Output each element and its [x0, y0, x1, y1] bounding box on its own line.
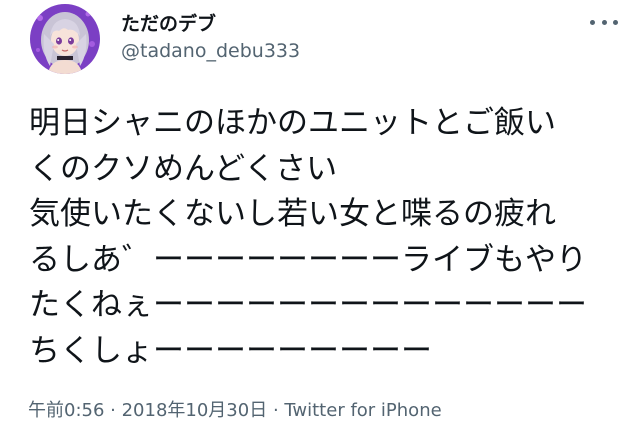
- tweet-text-line: くのクソめんどくさい: [29, 150, 338, 187]
- more-horizontal-icon-dot: [601, 19, 607, 25]
- tweet-text: 明日シャニのほかのユニットとご飯い くのクソめんどくさい 気使いたくないし若い女…: [29, 101, 625, 375]
- tweet-metadata: 午前0:56 · 2018年10月30日 · Twitter for iPhon…: [28, 396, 442, 422]
- tweet-text-line: 気使いたくないし若い女と喋るの疲れ: [29, 196, 556, 233]
- display-name[interactable]: ただのデブ: [121, 9, 216, 36]
- tweet-text-line: ちくしょーーーーーーーーー: [29, 332, 432, 369]
- more-horizontal-icon: [590, 19, 595, 25]
- meta-separator: ·: [267, 400, 285, 421]
- anime-girl-avatar-icon: [30, 4, 100, 74]
- tweet-text-line: 明日シャニのほかのユニットとご飯い: [29, 105, 556, 141]
- more-horizontal-icon-dot: [613, 19, 618, 25]
- tweet-time[interactable]: 午前0:56: [28, 400, 104, 421]
- more-options-button[interactable]: [590, 12, 618, 32]
- tweet-text-line: るしあ゛ーーーーーーーーライブもやり: [29, 241, 587, 278]
- tweet-date[interactable]: 2018年10月30日: [122, 400, 268, 421]
- avatar[interactable]: [30, 4, 100, 74]
- meta-separator: ·: [104, 400, 122, 421]
- user-handle[interactable]: @tadano_debu333: [121, 40, 300, 62]
- tweet-card: ただのデブ @tadano_debu333 明日シャニのほかのユニットとご飯い …: [0, 0, 640, 435]
- tweet-text-line: たくねぇーーーーーーーーーーーーーー: [29, 287, 587, 324]
- tweet-source[interactable]: Twitter for iPhone: [284, 400, 441, 421]
